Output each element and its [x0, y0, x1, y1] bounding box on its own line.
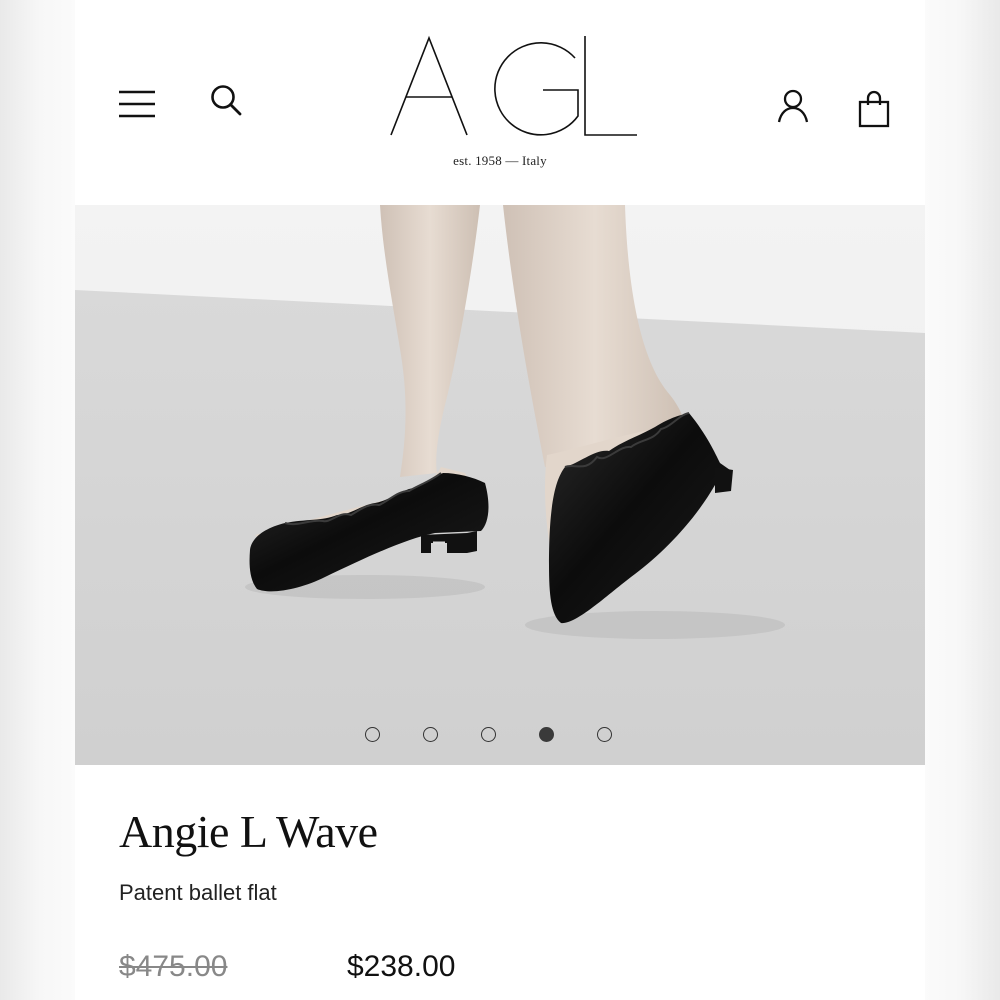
product-image-gallery[interactable]	[75, 205, 925, 765]
gallery-dot-1[interactable]	[365, 727, 380, 742]
brand-tagline: est. 1958 — Italy	[453, 153, 547, 168]
account-icon[interactable]	[775, 88, 811, 124]
product-photo	[75, 205, 925, 765]
site-header: est. 1958 — Italy	[75, 0, 925, 205]
product-subtitle: Patent ballet flat	[119, 880, 277, 905]
product-title: Angie L Wave	[119, 806, 378, 857]
search-icon[interactable]	[208, 82, 246, 120]
product-page: est. 1958 — Italy Angie L Wave Patent ba…	[75, 0, 925, 1000]
gallery-dot-2[interactable]	[423, 727, 438, 742]
original-price: $475.00	[119, 950, 228, 983]
shopping-bag-icon[interactable]	[857, 90, 891, 128]
gallery-dot-5[interactable]	[597, 727, 612, 742]
brand-logo[interactable]	[385, 30, 645, 150]
gallery-dot-4[interactable]	[539, 727, 554, 742]
sale-price: $238.00	[347, 950, 456, 983]
gallery-dot-3[interactable]	[481, 727, 496, 742]
gallery-pagination	[75, 727, 925, 747]
menu-icon[interactable]	[117, 88, 157, 120]
